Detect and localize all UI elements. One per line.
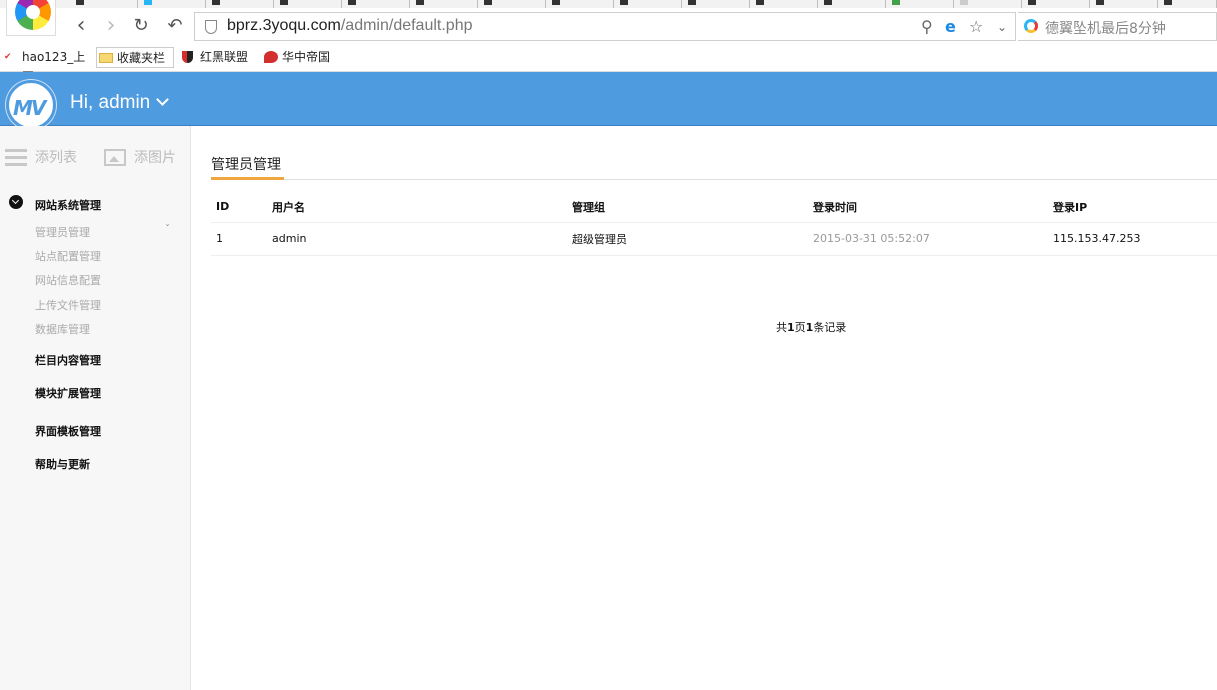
sidebar-group-help[interactable]: 帮助与更新 [35,456,90,472]
table-header-row: ID 用户名 管理组 登录时间 登录IP [211,192,1217,223]
page-title: 管理员管理 [211,157,281,173]
star-icon[interactable]: ☆ [969,17,983,36]
title-divider [211,179,1217,180]
column-header-login-time: 登录时间 [808,192,1048,223]
browser-tab[interactable] [750,0,818,8]
column-header-group: 管理组 [567,192,808,223]
cell-group: 超级管理员 [567,222,808,256]
ie-mode-icon[interactable]: e [945,17,956,36]
shield-logo-icon [182,51,193,63]
bird-icon [264,51,278,63]
cell-login-ip: 115.153.47.253 [1048,222,1217,256]
add-list-button[interactable]: 添列表 [5,148,77,168]
browser-tab[interactable] [886,0,954,8]
browser-tab[interactable] [546,0,614,8]
browser-tab[interactable] [614,0,682,8]
cell-login-time: 2015-03-31 05:52:07 [808,222,1048,256]
sidebar-group-content[interactable]: 栏目内容管理 [35,352,101,368]
bookmark-label: 收藏夹栏 [117,51,166,65]
bookmarks-bar: ✔ hao123_上网 收藏夹栏 红黑联盟 华中帝国 [0,44,1217,84]
browser-tab[interactable] [478,0,546,8]
admin-table: ID 用户名 管理组 登录时间 登录IP 1 admin 超级管理员 2015-… [211,192,1217,256]
browser-tab[interactable] [206,0,274,8]
bookmark-favorites-folder[interactable]: 收藏夹栏 [96,47,174,68]
cell-id: 1 [211,222,267,256]
zoom-icon[interactable]: ⚲ [921,17,933,36]
sidebar-group-templates[interactable]: 界面模板管理 [35,423,101,439]
collapse-icon[interactable] [9,195,23,209]
back-icon[interactable]: ‹ [70,15,92,38]
browser-tab[interactable] [818,0,886,8]
browser-logo[interactable] [6,0,56,36]
forward-icon[interactable]: › [100,15,122,38]
sidebar-item-site-config[interactable]: 站点配置管理 [35,248,101,264]
search-box[interactable]: 德翼坠机最后8分钟 [1018,12,1217,41]
app-header: MV Hi, admin [0,72,1217,130]
chevron-down-icon: ˇ [165,224,170,235]
undo-icon[interactable]: ↶ [164,16,186,38]
column-header-username: 用户名 [267,192,567,223]
chevron-down-icon [156,93,170,106]
bookmark-label: 华中帝国 [282,50,331,64]
search-hint: 德翼坠机最后8分钟 [1045,21,1166,37]
bookmark-label: 红黑联盟 [200,50,249,64]
tool-label: 添列表 [35,150,77,166]
browser-tab[interactable] [954,0,1022,8]
search-engine-icon [1024,19,1038,33]
browser-logo-icon [15,0,51,30]
browser-tab[interactable] [138,0,206,8]
browser-tab[interactable] [1090,0,1158,8]
sidebar-group-site-system[interactable]: 网站系统管理 [35,197,101,213]
sidebar-group-modules[interactable]: 模块扩展管理 [35,385,101,401]
chevron-down-icon[interactable]: ⌄ [997,20,1007,34]
app-logo-text: MV [13,96,46,120]
pager-suffix: 条记录 [813,321,847,334]
shield-icon [205,20,217,34]
browser-tab[interactable] [1022,0,1090,8]
greeting-text: Hi, admin [70,92,151,113]
column-header-id: ID [211,192,267,223]
sidebar-item-database[interactable]: 数据库管理 [35,321,90,337]
image-icon [104,149,126,166]
pagination-summary: 共1页1条记录 [776,319,846,335]
cell-username[interactable]: admin [267,222,567,256]
refresh-icon[interactable]: ↻ [130,16,152,38]
table-row[interactable]: 1 admin 超级管理员 2015-03-31 05:52:07 115.15… [211,222,1217,256]
tab-strip [0,0,1217,8]
active-tab-indicator [211,177,284,180]
browser-tab[interactable] [682,0,750,8]
browser-tab[interactable] [1158,0,1217,8]
browser-tab[interactable] [274,0,342,8]
browser-tab[interactable] [410,0,478,8]
pager-mid: 页 [794,321,806,334]
tool-label: 添图片 [134,150,176,166]
pager-prefix: 共 [776,321,787,334]
column-header-login-ip: 登录IP [1048,192,1217,223]
pager-page-count: 1 [787,321,795,334]
folder-icon [99,53,113,63]
user-menu[interactable]: Hi, admin [70,92,170,114]
sidebar-item-admin-manage[interactable]: 管理员管理 [35,224,90,240]
bookmark-huazhongdiguo[interactable]: 华中帝国 [262,47,338,68]
hao123-icon: ✔ [4,52,12,62]
app-logo[interactable]: MV [6,80,56,130]
bookmark-hongheilianmeng[interactable]: 红黑联盟 [180,47,256,68]
sidebar-item-site-info[interactable]: 网站信息配置 [35,272,101,288]
browser-toolbar: ‹ › ↻ ↶ bprz.3yoqu.com/admin/default.php… [0,8,1217,44]
list-icon [5,149,27,170]
sidebar-item-upload-files[interactable]: 上传文件管理 [35,297,101,313]
bookmark-hao123[interactable]: ✔ hao123_上网 [2,47,94,84]
add-image-button[interactable]: 添图片 [104,148,176,168]
browser-tab[interactable] [70,0,138,8]
address-bar[interactable]: bprz.3yoqu.com/admin/default.php ⚲ e ☆ ⌄ [194,12,1016,41]
url-text: bprz.3yoqu.com/admin/default.php [227,17,473,34]
browser-tab[interactable] [342,0,410,8]
